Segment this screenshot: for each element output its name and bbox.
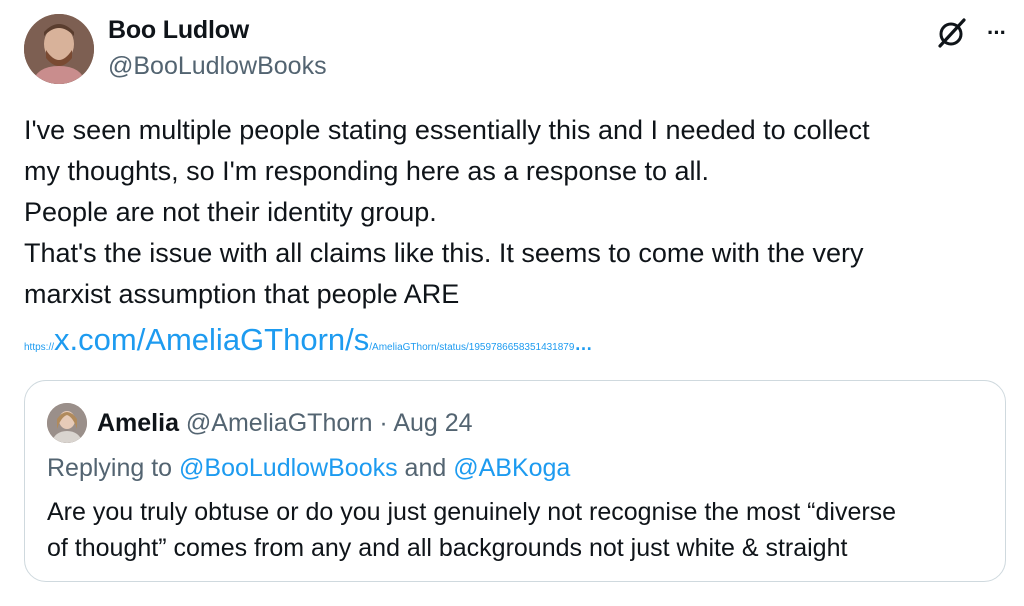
quote-author-avatar[interactable] [47,403,87,443]
tweet-text-line: That's the issue with all claims like th… [24,238,864,268]
tweet-actions-top: ··· [935,16,1007,50]
quote-avatar-icon [47,403,87,443]
reply-mention-abkoga[interactable]: @ABKoga [453,454,570,482]
reply-mention-booludlowbooks[interactable]: @BooLudlowBooks [179,454,398,482]
quote-replying-to: Replying to @BooLudlowBooks and @ABKoga [47,454,570,483]
tweet-text-line: I've seen multiple people stating essent… [24,115,870,145]
quote-author-meta: @AmeliaGThorn · Aug 24 [178,409,473,437]
author-handle[interactable]: @BooLudlowBooks [108,52,327,81]
more-options-glyph: ··· [987,20,1007,45]
link-main: x.com/AmeliaGThorn/s [54,322,370,357]
link-ellipsis: … [574,334,593,354]
quote-text-line: Are you truly obtuse or do you just genu… [47,498,897,526]
tweet-text-line: my thoughts, so I'm responding here as a… [24,156,710,186]
tweet-link[interactable]: https:// x.com/AmeliaGThorn/s /AmeliaGTh… [24,322,592,358]
quoted-tweet[interactable]: Amelia @AmeliaGThorn · Aug 24 Replying t… [24,380,1006,582]
quote-text-line: of thought” comes from any and all backg… [47,534,848,562]
link-prefix: https:// [24,342,55,353]
quote-header: Amelia @AmeliaGThorn · Aug 24 [97,409,473,438]
tweet-text-line: marxist assumption that people ARE [24,279,460,309]
reply-prefix: Replying to [47,454,180,482]
link-suffix: /AmeliaGThorn/status/1959786658351431879 [369,342,575,353]
grok-icon[interactable] [935,16,969,50]
tweet-body: I've seen multiple people stating essent… [24,110,1004,315]
author-name[interactable]: Boo Ludlow [108,16,249,45]
quote-body: Are you truly obtuse or do you just genu… [47,494,997,566]
person-avatar-icon [24,14,94,84]
more-options-icon[interactable]: ··· [987,20,1007,46]
tweet-text-line: People are not their identity group. [24,197,437,227]
reply-and: and [397,454,454,482]
quote-author-name[interactable]: Amelia [97,409,179,437]
author-avatar[interactable] [24,14,94,84]
